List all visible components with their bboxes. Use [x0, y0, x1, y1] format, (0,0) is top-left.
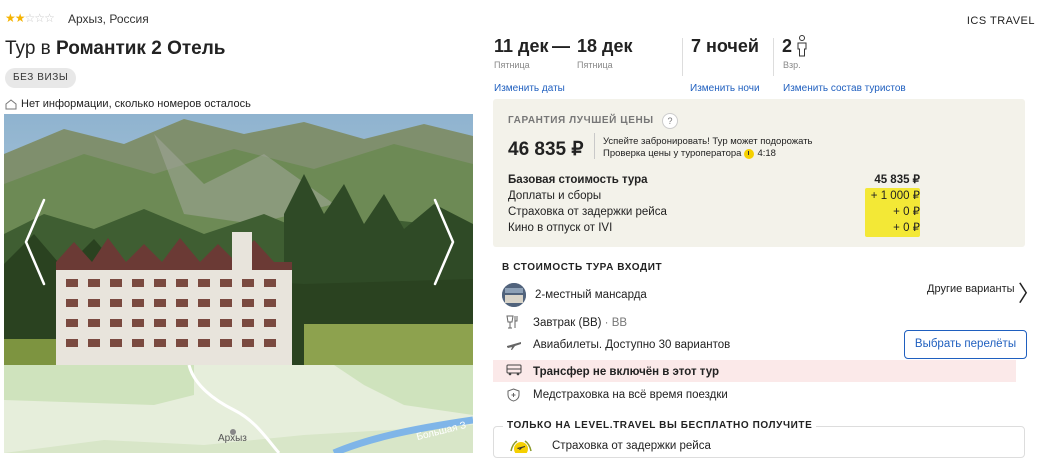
laurel-plane-icon [510, 440, 532, 453]
date-to-weekday: Пятница [577, 60, 613, 70]
help-icon[interactable]: ? [662, 113, 678, 129]
tour-operator: ICS TRAVEL [966, 15, 1035, 27]
total-price: 46 835 ₽ [508, 139, 584, 160]
star-filled-icon: ★ [14, 11, 26, 25]
medical-insurance: Медстраховка на всё время поездки [533, 389, 728, 401]
price-row-label: Доплаты и сборы [508, 190, 602, 202]
price-row-value: + 0 ₽ [893, 222, 920, 234]
chevron-right-icon[interactable]: 〉 [1018, 276, 1040, 308]
hotel-photo-gallery[interactable] [4, 114, 473, 365]
free-bonus-title: ТОЛЬКО НА LEVEL.TRAVEL ВЫ БЕСПЛАТНО ПОЛУ… [503, 420, 817, 431]
price-row-value: + 0 ₽ [893, 206, 920, 218]
tourists-label: Взр. [783, 60, 801, 70]
hotel-location: Архыз, Россия [68, 12, 149, 26]
nights-count: 7 ночей [691, 36, 759, 56]
person-icon [797, 35, 807, 57]
choose-flights-button[interactable]: Выбрать перелёты [904, 330, 1027, 359]
date-separator: — [552, 36, 570, 56]
room-type: 2-местный мансарда [535, 289, 647, 301]
star-empty-icon: ☆ [24, 11, 36, 25]
transfer-status: Трансфер не включён в этот тур [533, 366, 719, 378]
divider [594, 133, 595, 159]
change-nights-link[interactable]: Изменить ночи [690, 83, 760, 94]
visa-badge: БЕЗ ВИЗЫ [5, 68, 77, 88]
price-row-value: + 1 000 ₽ [870, 190, 920, 202]
free-bonus-item: Страховка от задержки рейса [552, 440, 711, 452]
price-warning-line1: Успейте забронировать! Тур может подорож… [603, 136, 813, 147]
date-from-weekday: Пятница [494, 60, 530, 70]
rooms-availability: Нет информации, сколько номеров осталось [5, 98, 251, 110]
hotel-name: Романтик 2 Отель [56, 38, 226, 59]
map-town-label: Архыз [218, 433, 247, 444]
bus-icon [506, 364, 522, 376]
date-to: 18 дек [577, 36, 633, 56]
price-breakdown: Базовая стоимость тура 45 835 ₽ Доплаты … [508, 172, 920, 236]
hotel-stars: ★★☆☆☆ [5, 11, 55, 25]
timer-icon [744, 149, 755, 159]
flights-info: Авиабилеты. Доступно 30 вариантов [533, 339, 731, 351]
meal-plan: Завтрак (BB) · BB [533, 317, 627, 329]
date-from: 11 дек [494, 36, 549, 56]
price-row-value: 45 835 ₽ [874, 174, 920, 186]
meal-icon [506, 315, 518, 329]
star-filled-icon: ★ [5, 11, 16, 25]
meal-plan-code: · BB [601, 317, 628, 329]
price-row: Доплаты и сборы + 1 000 ₽ [508, 188, 920, 204]
airplane-icon [507, 342, 521, 350]
best-price-guarantee: ГАРАНТИЯ ЛУЧШЕЙ ЦЕНЫ [508, 115, 654, 126]
tourists-count: 2 [782, 36, 793, 56]
divider [682, 38, 683, 76]
price-row-label: Страховка от задержки рейса [508, 206, 667, 218]
change-dates-link[interactable]: Изменить даты [494, 83, 565, 94]
price-row-label: Базовая стоимость тура [508, 174, 648, 186]
price-check-label: Проверка цены у туроператора [603, 148, 742, 159]
price-row-label: Кино в отпуск от IVI [508, 222, 613, 234]
price-row: Базовая стоимость тура 45 835 ₽ [508, 172, 920, 188]
price-row: Страховка от задержки рейса + 0 ₽ [508, 204, 920, 220]
other-options-link[interactable]: Другие варианты [927, 283, 1015, 295]
price-check-timer: 4:18 [757, 148, 776, 159]
title-prefix: Тур в [5, 38, 51, 59]
included-section-title: В СТОИМОСТЬ ТУРА ВХОДИТ [502, 262, 663, 273]
price-row: Кино в отпуск от IVI + 0 ₽ [508, 220, 920, 236]
rooms-availability-text: Нет информации, сколько номеров осталось [21, 98, 251, 110]
star-empty-icon: ☆ [34, 11, 45, 25]
room-thumbnail [502, 283, 526, 307]
divider [773, 38, 774, 76]
price-warning: Успейте забронировать! Тур может подорож… [603, 136, 813, 160]
meal-plan-label: Завтрак (BB) [533, 317, 602, 329]
home-icon [5, 98, 17, 109]
shield-icon [507, 388, 520, 402]
change-tourists-link[interactable]: Изменить состав туристов [783, 83, 906, 94]
star-empty-icon: ☆ [44, 11, 55, 25]
page-title: Тур в Романтик 2 Отель [5, 38, 225, 60]
